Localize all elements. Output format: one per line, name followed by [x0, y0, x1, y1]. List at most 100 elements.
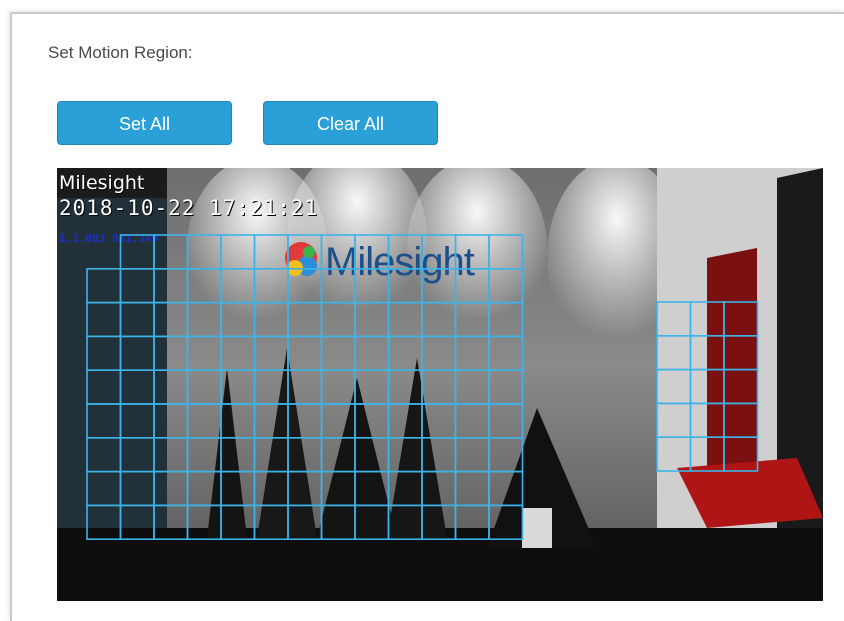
motion-grid-cell[interactable] — [320, 335, 356, 371]
motion-grid-cell[interactable] — [287, 403, 323, 439]
motion-grid-cell[interactable] — [488, 234, 524, 270]
motion-grid-cell[interactable] — [86, 436, 122, 473]
motion-grid-cell[interactable] — [119, 301, 155, 338]
camera-preview[interactable]: Milesight Milesight 2018-10-22 17:21:21 … — [57, 168, 823, 601]
motion-grid-cell[interactable] — [186, 268, 222, 304]
motion-grid-cell[interactable] — [253, 470, 289, 507]
motion-grid-cell[interactable] — [220, 301, 256, 338]
motion-grid-cell[interactable] — [454, 504, 490, 540]
motion-grid-cell[interactable] — [689, 368, 725, 405]
motion-grid-cell[interactable] — [387, 301, 423, 338]
motion-grid-cell[interactable] — [421, 234, 457, 270]
motion-grid-cell[interactable] — [723, 436, 759, 472]
motion-grid-cell[interactable] — [220, 504, 256, 540]
motion-grid-cell[interactable] — [287, 504, 323, 540]
motion-grid-cell[interactable] — [689, 402, 725, 438]
motion-grid-cell[interactable] — [153, 268, 189, 304]
motion-grid-cell[interactable] — [320, 504, 356, 540]
motion-grid-cell[interactable] — [454, 234, 490, 270]
motion-grid-cell[interactable] — [387, 436, 423, 473]
motion-grid-cell[interactable] — [119, 369, 155, 405]
motion-grid-cell[interactable] — [354, 268, 390, 304]
motion-grid-cell[interactable] — [86, 369, 122, 405]
motion-grid-cell[interactable] — [253, 234, 289, 270]
motion-grid-cell[interactable] — [253, 436, 289, 473]
motion-grid-cell[interactable] — [186, 301, 222, 338]
motion-grid-cell[interactable] — [253, 268, 289, 304]
motion-grid-cell[interactable] — [287, 436, 323, 473]
motion-grid-cell[interactable] — [186, 436, 222, 473]
motion-grid-cell[interactable] — [656, 402, 692, 438]
motion-grid-cell[interactable] — [320, 268, 356, 304]
motion-grid-cell[interactable] — [287, 369, 323, 405]
motion-grid-cell[interactable] — [488, 301, 524, 338]
motion-grid-cell[interactable] — [119, 234, 155, 270]
motion-grid-cell[interactable] — [387, 403, 423, 439]
motion-grid-cell[interactable] — [220, 436, 256, 473]
motion-grid-cell[interactable] — [387, 504, 423, 540]
motion-grid-cell[interactable] — [186, 504, 222, 540]
motion-grid-cell[interactable] — [421, 369, 457, 405]
motion-grid-cell[interactable] — [86, 268, 122, 304]
motion-grid-cell[interactable] — [153, 335, 189, 371]
motion-grid-cell[interactable] — [387, 470, 423, 507]
motion-grid-cell[interactable] — [287, 234, 323, 270]
motion-grid-cell[interactable] — [421, 470, 457, 507]
motion-grid-cell[interactable] — [186, 234, 222, 270]
motion-grid-cell[interactable] — [320, 403, 356, 439]
motion-grid-cell[interactable] — [656, 301, 692, 337]
motion-grid-cell[interactable] — [454, 335, 490, 371]
motion-grid-cell[interactable] — [220, 403, 256, 439]
motion-grid-cell[interactable] — [320, 234, 356, 270]
motion-grid-cell[interactable] — [421, 335, 457, 371]
motion-grid-cell[interactable] — [488, 268, 524, 304]
motion-grid-cell[interactable] — [253, 369, 289, 405]
motion-grid-cell[interactable] — [253, 504, 289, 540]
motion-grid-cell[interactable] — [86, 470, 122, 507]
motion-grid-cell[interactable] — [354, 470, 390, 507]
motion-grid-cell[interactable] — [287, 268, 323, 304]
motion-grid-cell[interactable] — [387, 268, 423, 304]
motion-grid-cell[interactable] — [354, 436, 390, 473]
motion-region-main[interactable] — [86, 234, 524, 540]
motion-grid-cell[interactable] — [153, 234, 189, 270]
motion-grid-cell[interactable] — [186, 403, 222, 439]
motion-grid-cell[interactable] — [119, 470, 155, 507]
motion-grid-cell[interactable] — [454, 403, 490, 439]
motion-grid-cell[interactable] — [220, 335, 256, 371]
motion-grid-cell[interactable] — [723, 335, 759, 371]
motion-grid-cell[interactable] — [253, 403, 289, 439]
motion-grid-cell[interactable] — [86, 335, 122, 371]
motion-grid-cell[interactable] — [186, 470, 222, 507]
motion-grid-cell[interactable] — [488, 403, 524, 439]
motion-grid-cell[interactable] — [153, 436, 189, 473]
motion-grid-cell[interactable] — [287, 470, 323, 507]
motion-grid-cell[interactable] — [354, 504, 390, 540]
motion-grid-cell[interactable] — [119, 268, 155, 304]
motion-grid-cell[interactable] — [387, 335, 423, 371]
motion-grid-cell[interactable] — [186, 369, 222, 405]
motion-grid-cell[interactable] — [86, 403, 122, 439]
motion-grid-cell[interactable] — [488, 470, 524, 507]
motion-grid-cell[interactable] — [354, 301, 390, 338]
motion-grid-cell[interactable] — [454, 369, 490, 405]
motion-grid-cell[interactable] — [488, 504, 524, 540]
motion-grid-cell[interactable] — [153, 470, 189, 507]
motion-grid-cell[interactable] — [320, 470, 356, 507]
motion-grid-cell[interactable] — [656, 335, 692, 371]
motion-grid-cell[interactable] — [86, 301, 122, 338]
motion-grid-cell[interactable] — [119, 436, 155, 473]
motion-grid-cell[interactable] — [354, 335, 390, 371]
motion-grid-cell[interactable] — [488, 436, 524, 473]
motion-grid-cell[interactable] — [153, 504, 189, 540]
motion-grid-cell[interactable] — [421, 403, 457, 439]
motion-grid-cell[interactable] — [488, 369, 524, 405]
motion-grid-cell[interactable] — [320, 369, 356, 405]
motion-grid-cell[interactable] — [689, 436, 725, 472]
motion-grid-cell[interactable] — [153, 403, 189, 439]
motion-grid-cell[interactable] — [421, 268, 457, 304]
motion-grid-cell[interactable] — [723, 301, 759, 337]
motion-grid-cell[interactable] — [387, 234, 423, 270]
set-all-button[interactable]: Set All — [57, 101, 232, 145]
motion-grid-cell[interactable] — [320, 301, 356, 338]
